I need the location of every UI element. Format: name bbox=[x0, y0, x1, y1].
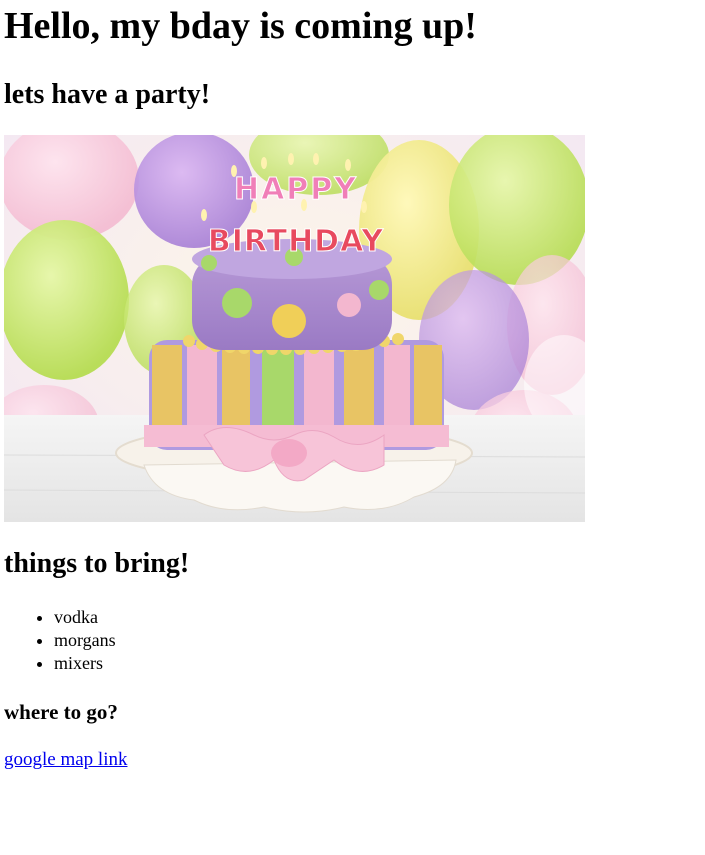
page-title: Hello, my bday is coming up! bbox=[4, 5, 477, 47]
list-item: mixers bbox=[54, 652, 116, 675]
google-map-link[interactable]: google map link bbox=[4, 749, 127, 771]
bring-list: vodka morgans mixers bbox=[0, 606, 116, 675]
party-subheading: lets have a party! bbox=[4, 79, 211, 110]
birthday-cake-image: HAPPY BIRTHDAY bbox=[4, 135, 585, 522]
page: Hello, my bday is coming up! lets have a… bbox=[0, 0, 705, 770]
list-item: morgans bbox=[54, 629, 116, 652]
svg-text:BIRTHDAY: BIRTHDAY bbox=[208, 224, 385, 259]
where-to-go-heading: where to go? bbox=[4, 700, 118, 724]
list-item: vodka bbox=[54, 606, 116, 629]
things-to-bring-heading: things to bring! bbox=[4, 548, 190, 579]
